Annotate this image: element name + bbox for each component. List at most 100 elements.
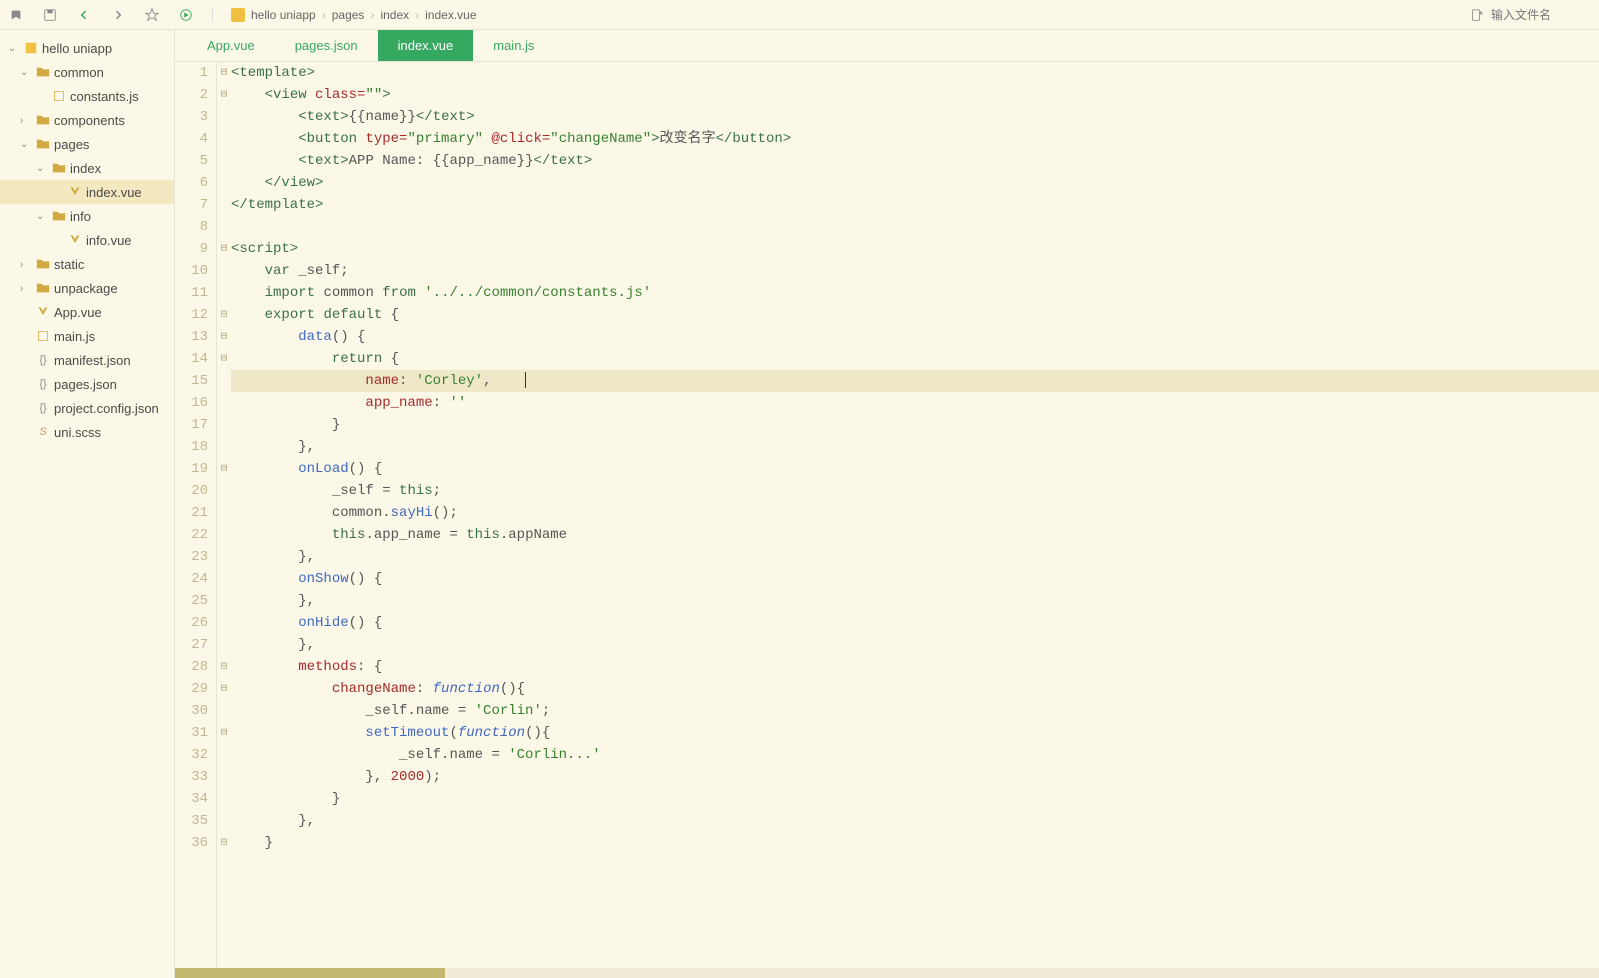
breadcrumb-item[interactable]: pages — [332, 8, 365, 22]
code-line[interactable]: name: 'Corley', — [231, 370, 1599, 392]
code-line[interactable]: return { — [231, 348, 1599, 370]
fold-toggle — [217, 106, 231, 128]
code-line[interactable]: var _self; — [231, 260, 1599, 282]
tab-index-vue[interactable]: index.vue — [378, 30, 474, 61]
tree-item-components[interactable]: ›components — [0, 108, 174, 132]
run-icon[interactable] — [178, 7, 194, 23]
code-line[interactable]: <view class=""> — [231, 84, 1599, 106]
project-icon — [231, 8, 245, 22]
line-number: 33 — [175, 766, 208, 788]
fold-toggle[interactable]: ⊟ — [217, 326, 231, 348]
code-line[interactable]: } — [231, 788, 1599, 810]
tree-item-pages[interactable]: ⌄pages — [0, 132, 174, 156]
code-line[interactable]: } — [231, 414, 1599, 436]
code-line[interactable]: _self.name = 'Corlin...' — [231, 744, 1599, 766]
chevron-right-icon[interactable]: › — [20, 115, 32, 126]
tree-item-hello-uniapp[interactable]: ⌄ hello uniapp — [0, 36, 174, 60]
code-line[interactable]: onShow() { — [231, 568, 1599, 590]
line-number: 28 — [175, 656, 208, 678]
code-line[interactable]: <template> — [231, 62, 1599, 84]
tree-item-static[interactable]: ›static — [0, 252, 174, 276]
fold-toggle[interactable]: ⊟ — [217, 656, 231, 678]
tab-App-vue[interactable]: App.vue — [187, 30, 275, 61]
code-line[interactable]: methods: { — [231, 656, 1599, 678]
code-line[interactable]: }, — [231, 810, 1599, 832]
chevron-down-icon[interactable]: ⌄ — [20, 67, 32, 78]
back-icon[interactable] — [76, 7, 92, 23]
tab-main-js[interactable]: main.js — [473, 30, 554, 61]
code-line[interactable]: common.sayHi(); — [231, 502, 1599, 524]
fold-toggle[interactable]: ⊟ — [217, 238, 231, 260]
horizontal-scrollbar[interactable] — [175, 968, 1599, 978]
fold-toggle[interactable]: ⊟ — [217, 458, 231, 480]
fold-toggle[interactable]: ⊟ — [217, 304, 231, 326]
code-line[interactable]: <text>APP Name: {{app_name}}</text> — [231, 150, 1599, 172]
code-line[interactable]: <button type="primary" @click="changeNam… — [231, 128, 1599, 150]
tree-item-main-js[interactable]: main.js — [0, 324, 174, 348]
fold-toggle[interactable]: ⊟ — [217, 62, 231, 84]
tree-item-manifest-json[interactable]: {}manifest.json — [0, 348, 174, 372]
code-line[interactable]: setTimeout(function(){ — [231, 722, 1599, 744]
save-icon[interactable] — [42, 7, 58, 23]
code-line[interactable]: export default { — [231, 304, 1599, 326]
chevron-down-icon[interactable]: ⌄ — [36, 211, 48, 222]
fold-toggle[interactable]: ⊟ — [217, 722, 231, 744]
tree-item-info-vue[interactable]: info.vue — [0, 228, 174, 252]
tree-item-label: hello uniapp — [42, 41, 112, 56]
fold-column[interactable]: ⊟⊟⊟⊟⊟⊟⊟⊟⊟⊟⊟ — [217, 62, 231, 968]
fold-toggle[interactable]: ⊟ — [217, 348, 231, 370]
tree-item-project-config-json[interactable]: {}project.config.json — [0, 396, 174, 420]
new-file-icon[interactable] — [1469, 7, 1485, 23]
folder-icon — [52, 161, 66, 175]
chevron-right-icon[interactable]: › — [20, 259, 32, 270]
code-line[interactable]: data() { — [231, 326, 1599, 348]
code-line[interactable]: changeName: function(){ — [231, 678, 1599, 700]
chevron-down-icon[interactable]: ⌄ — [8, 43, 20, 54]
tree-item-constants-js[interactable]: constants.js — [0, 84, 174, 108]
chevron-down-icon[interactable]: ⌄ — [20, 139, 32, 150]
fold-toggle[interactable]: ⊟ — [217, 832, 231, 854]
code-line[interactable]: }, — [231, 634, 1599, 656]
code-editor[interactable]: 1234567891011121314151617181920212223242… — [175, 62, 1599, 968]
search-input[interactable] — [1491, 8, 1591, 22]
code-line[interactable]: onLoad() { — [231, 458, 1599, 480]
line-number: 9 — [175, 238, 208, 260]
breadcrumb-item[interactable]: index.vue — [425, 8, 476, 22]
chevron-right-icon[interactable]: › — [20, 283, 32, 294]
code-lines[interactable]: <template> <view class=""> <text>{{name}… — [231, 62, 1599, 968]
code-line[interactable] — [231, 216, 1599, 238]
code-line[interactable]: this.app_name = this.appName — [231, 524, 1599, 546]
tree-item-common[interactable]: ⌄common — [0, 60, 174, 84]
tree-item-index[interactable]: ⌄index — [0, 156, 174, 180]
fold-toggle[interactable]: ⊟ — [217, 678, 231, 700]
code-line[interactable]: <text>{{name}}</text> — [231, 106, 1599, 128]
forward-icon[interactable] — [110, 7, 126, 23]
code-line[interactable]: app_name: '' — [231, 392, 1599, 414]
tree-item-unpackage[interactable]: ›unpackage — [0, 276, 174, 300]
code-line[interactable]: import common from '../../common/constan… — [231, 282, 1599, 304]
code-line[interactable]: }, — [231, 436, 1599, 458]
code-line[interactable]: _self = this; — [231, 480, 1599, 502]
chevron-down-icon[interactable]: ⌄ — [36, 163, 48, 174]
scrollbar-thumb[interactable] — [175, 968, 445, 978]
breadcrumb-item[interactable]: index — [380, 8, 409, 22]
code-line[interactable]: </template> — [231, 194, 1599, 216]
code-line[interactable]: }, — [231, 546, 1599, 568]
code-line[interactable]: } — [231, 832, 1599, 854]
code-line[interactable]: onHide() { — [231, 612, 1599, 634]
code-line[interactable]: _self.name = 'Corlin'; — [231, 700, 1599, 722]
code-line[interactable]: </view> — [231, 172, 1599, 194]
tree-item-pages-json[interactable]: {}pages.json — [0, 372, 174, 396]
star-icon[interactable] — [144, 7, 160, 23]
fold-toggle[interactable]: ⊟ — [217, 84, 231, 106]
tab-pages-json[interactable]: pages.json — [275, 30, 378, 61]
code-line[interactable]: <script> — [231, 238, 1599, 260]
pin-icon[interactable] — [8, 7, 24, 23]
tree-item-info[interactable]: ⌄info — [0, 204, 174, 228]
code-line[interactable]: }, — [231, 590, 1599, 612]
tree-item-index-vue[interactable]: index.vue — [0, 180, 174, 204]
tree-item-App-vue[interactable]: App.vue — [0, 300, 174, 324]
tree-item-uni-scss[interactable]: Suni.scss — [0, 420, 174, 444]
breadcrumb-item[interactable]: hello uniapp — [251, 8, 316, 22]
code-line[interactable]: }, 2000); — [231, 766, 1599, 788]
